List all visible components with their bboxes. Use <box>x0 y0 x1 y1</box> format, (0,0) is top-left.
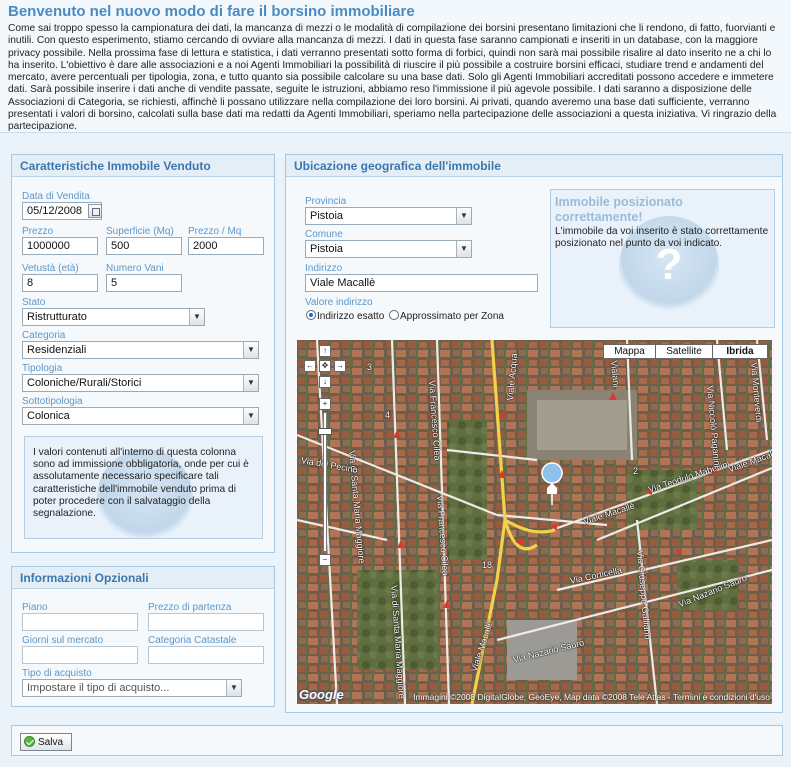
piano-input[interactable] <box>22 613 138 631</box>
indirizzo-input[interactable] <box>305 274 538 292</box>
approssimato-label[interactable]: Approssimato per Zona <box>400 311 504 322</box>
vetusta-input[interactable] <box>22 274 98 292</box>
calendar-icon[interactable] <box>88 204 102 218</box>
provincia-select[interactable]: Pistoia ▼ <box>305 207 472 225</box>
pan-center-icon[interactable]: ✥ <box>319 360 331 372</box>
save-button[interactable]: Salva <box>20 733 72 751</box>
stato-value: Ristrutturato <box>27 311 87 323</box>
footer-bar: Salva <box>11 725 783 756</box>
comune-value: Pistoia <box>310 243 344 255</box>
position-status-title: Immobile posizionato correttamente! <box>555 195 683 224</box>
zoom-in-icon[interactable]: + <box>319 398 331 410</box>
stato-label: Stato <box>22 297 46 308</box>
google-logo: Google <box>299 687 344 702</box>
pan-up-icon[interactable]: ↑ <box>319 345 331 357</box>
position-status-box: ? Immobile posizionato correttamente! L'… <box>550 189 775 328</box>
tipologia-value: Coloniche/Rurali/Storici <box>27 377 142 389</box>
prezzo-mq-label: Prezzo / Mq <box>188 226 242 237</box>
required-note-text: I valori contenuti all'interno di questa… <box>33 447 249 520</box>
chevron-down-icon: ▼ <box>243 375 258 391</box>
vetusta-label: Vetustà (età) <box>22 263 79 274</box>
check-icon <box>24 736 35 747</box>
tipologia-label: Tipologia <box>22 363 63 374</box>
chevron-down-icon: ▼ <box>226 680 241 696</box>
chevron-down-icon: ▼ <box>243 342 258 358</box>
position-status-text: L'immobile da voi inserito è stato corre… <box>555 226 769 250</box>
stato-select[interactable]: Ristrutturato ▼ <box>22 308 205 326</box>
piano-label: Piano <box>22 602 48 613</box>
ubicazione-title: Ubicazione geografica dell'immobile <box>286 155 782 177</box>
valore-indirizzo-label: Valore indirizzo <box>305 297 373 308</box>
categoria-catastale-input[interactable] <box>148 646 264 664</box>
opzionali-title: Informazioni Opzionali <box>12 567 274 589</box>
tipologia-select[interactable]: Coloniche/Rurali/Storici ▼ <box>22 374 259 392</box>
comune-select[interactable]: Pistoia ▼ <box>305 240 472 258</box>
map-type-satellite[interactable]: Satellite <box>655 344 713 359</box>
zoom-out-icon[interactable]: − <box>319 554 331 566</box>
required-note-box: I valori contenuti all'interno di questa… <box>24 436 263 545</box>
comune-label: Comune <box>305 229 343 240</box>
intro-text: Come sai troppo spesso la campionatura d… <box>8 23 777 133</box>
street-number: 18 <box>482 560 493 570</box>
radio-approssimato[interactable] <box>389 310 399 320</box>
prezzo-input[interactable] <box>22 237 98 255</box>
pan-left-icon[interactable]: ← <box>304 360 316 372</box>
chevron-down-icon: ▼ <box>456 241 471 257</box>
categoria-select[interactable]: Residenziali ▼ <box>22 341 259 359</box>
prezzo-mq-input[interactable] <box>188 237 264 255</box>
tipo-acquisto-label: Tipo di acquisto <box>22 668 92 679</box>
giorni-mercato-input[interactable] <box>22 646 138 664</box>
intro-section: Benvenuto nel nuovo modo di fare il bors… <box>0 0 791 133</box>
prezzo-partenza-input[interactable] <box>148 613 264 631</box>
superficie-input[interactable] <box>106 237 182 255</box>
street-number: 3 <box>367 362 373 372</box>
indirizzo-esatto-label[interactable]: Indirizzo esatto <box>317 311 384 322</box>
numero-vani-input[interactable] <box>106 274 182 292</box>
provincia-label: Provincia <box>305 196 347 207</box>
street-number: 2 <box>633 466 639 476</box>
pan-down-icon[interactable]: ↓ <box>319 376 331 388</box>
sottotipologia-select[interactable]: Colonica ▼ <box>22 407 259 425</box>
sottotipologia-label: Sottotipologia <box>22 396 83 407</box>
save-label: Salva <box>38 737 64 748</box>
tipo-acquisto-select[interactable]: Impostare il tipo di acquisto... ▼ <box>22 679 242 697</box>
chevron-down-icon: ▼ <box>456 208 471 224</box>
superficie-label: Superficie (Mq) <box>106 226 174 237</box>
provincia-value: Pistoia <box>310 210 344 222</box>
chevron-down-icon: ▼ <box>189 309 204 325</box>
prezzo-partenza-label: Prezzo di partenza <box>148 602 232 613</box>
data-vendita-label: Data di Vendita <box>22 191 90 202</box>
categoria-value: Residenziali <box>27 344 87 356</box>
zoom-slider-handle[interactable] <box>318 428 332 435</box>
radio-indirizzo-esatto[interactable] <box>306 310 316 320</box>
page-title: Benvenuto nel nuovo modo di fare il bors… <box>8 3 415 20</box>
chevron-down-icon: ▼ <box>243 408 258 424</box>
map-type-mappa[interactable]: Mappa <box>603 344 656 359</box>
map-copyright: Immagini ©2008 DigitalGlobe, GeoEye, Map… <box>413 692 770 702</box>
categoria-catastale-label: Categoria Catastale <box>148 635 237 646</box>
sottotipologia-value: Colonica <box>27 410 70 422</box>
categoria-label: Categoria <box>22 330 66 341</box>
street-number: 4 <box>385 410 391 420</box>
pan-right-icon[interactable]: → <box>334 360 346 372</box>
venduto-title: Caratteristiche Immobile Venduto <box>12 155 274 177</box>
indirizzo-label: Indirizzo <box>305 263 343 274</box>
map-view[interactable]: Via di Santa Maria Maggiore Via Francesc… <box>297 340 772 704</box>
numero-vani-label: Numero Vani <box>106 263 164 274</box>
prezzo-label: Prezzo <box>22 226 54 237</box>
map-type-ibrida[interactable]: Ibrida <box>712 344 768 359</box>
tipo-acquisto-value: Impostare il tipo di acquisto... <box>27 682 170 694</box>
giorni-mercato-label: Giorni sul mercato <box>22 635 104 646</box>
